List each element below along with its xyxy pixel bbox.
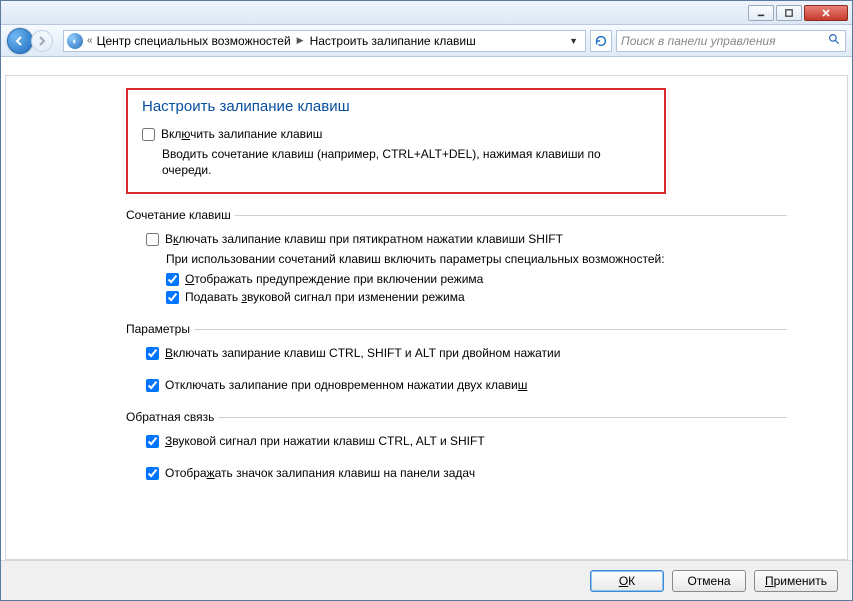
window: ◐ « Центр специальных возможностей ▶ Нас… [0,0,853,601]
lock-modifier-checkbox[interactable] [146,347,159,360]
lock-modifier-row: Включать запирание клавиш CTRL, SHIFT и … [146,346,787,360]
turnoff-twokeys-label[interactable]: Отключать залипание при одновременном на… [165,378,527,392]
chevron-right-icon: ▶ [295,35,306,46]
breadcrumb-current[interactable]: Настроить залипание клавиш [310,34,476,48]
enable-sticky-keys-row: Включить залипание клавиш [142,127,650,141]
sound-on-modifier-checkbox[interactable] [146,435,159,448]
minimize-button[interactable] [748,5,774,21]
sound-on-modifier-label[interactable]: Звуковой сигнал при нажатии клавиш CTRL,… [165,434,485,448]
params-group: Параметры Включать запирание клавиш CTRL… [126,322,787,396]
shortcut-subtext: При использовании сочетаний клавиш включ… [166,252,787,266]
breadcrumb-dropdown-icon[interactable]: ▼ [565,36,582,46]
shortcut-group: Сочетание клавиш Включать залипание клав… [126,208,787,308]
feedback-legend: Обратная связь [126,410,218,424]
feedback-group: Обратная связь Звуковой сигнал при нажат… [126,410,787,484]
shortcut-legend: Сочетание клавиш [126,208,235,222]
show-taskbar-icon-label[interactable]: Отображать значок залипания клавиш на па… [165,466,475,480]
breadcrumb[interactable]: ◐ « Центр специальных возможностей ▶ Нас… [63,30,586,52]
shortcut-5xshift-checkbox[interactable] [146,233,159,246]
ease-of-access-icon: ◐ [67,33,83,49]
settings-panel: Настроить залипание клавиш Включить зали… [5,75,848,560]
close-button[interactable] [804,5,848,21]
show-taskbar-icon-row: Отображать значок залипания клавиш на па… [146,466,787,480]
enable-sticky-keys-label[interactable]: Включить залипание клавиш [161,127,322,141]
shortcut-5xshift-row: Включать залипание клавиш при пятикратно… [146,232,787,246]
enable-sticky-keys-desc: Вводить сочетание клавиш (например, CTRL… [162,147,650,178]
cancel-button[interactable]: Отмена [672,570,746,592]
content-area: Настроить залипание клавиш Включить зали… [1,57,852,560]
enable-sticky-keys-checkbox[interactable] [142,128,155,141]
show-warning-checkbox[interactable] [166,273,179,286]
page-title: Настроить залипание клавиш [142,98,650,115]
maximize-button[interactable] [776,5,802,21]
shortcut-5xshift-label[interactable]: Включать залипание клавиш при пятикратно… [165,232,563,246]
show-warning-label[interactable]: Отображать предупреждение при включении … [185,272,483,286]
sound-on-modifier-row: Звуковой сигнал при нажатии клавиш CTRL,… [146,434,787,448]
play-sound-label[interactable]: Подавать звуковой сигнал при изменении р… [185,290,465,304]
turnoff-twokeys-row: Отключать залипание при одновременном на… [146,378,787,392]
nav-forward-button[interactable] [31,30,53,52]
ok-button[interactable]: ОК [590,570,664,592]
search-placeholder: Поиск в панели управления [621,34,776,48]
play-sound-row: Подавать звуковой сигнал при изменении р… [166,290,787,304]
navbar: ◐ « Центр специальных возможностей ▶ Нас… [1,25,852,57]
breadcrumb-parent[interactable]: Центр специальных возможностей [97,34,291,48]
nav-back-button[interactable] [7,28,33,54]
breadcrumb-up-icon: « [87,35,93,46]
show-warning-row: Отображать предупреждение при включении … [166,272,787,286]
highlight-box: Настроить залипание клавиш Включить зали… [126,88,666,194]
play-sound-checkbox[interactable] [166,291,179,304]
apply-button[interactable]: Применить [754,570,838,592]
footer: ОК Отмена Применить [1,560,852,600]
params-legend: Параметры [126,322,194,336]
lock-modifier-label[interactable]: Включать запирание клавиш CTRL, SHIFT и … [165,346,560,360]
search-input[interactable]: Поиск в панели управления [616,30,846,52]
show-taskbar-icon-checkbox[interactable] [146,467,159,480]
search-icon [828,33,841,49]
titlebar [1,1,852,25]
refresh-button[interactable] [590,30,612,52]
turnoff-twokeys-checkbox[interactable] [146,379,159,392]
